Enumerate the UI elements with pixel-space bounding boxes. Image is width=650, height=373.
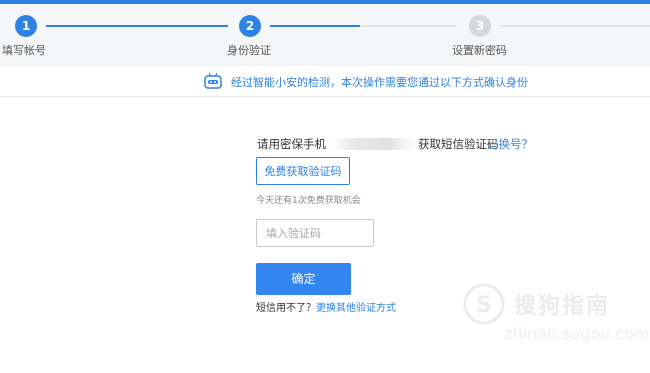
step-1-connector bbox=[46, 25, 228, 27]
phone-prefix-text: 请用密保手机 bbox=[257, 137, 326, 151]
step-3-circle: 3 bbox=[469, 15, 491, 37]
masked-phone-number bbox=[330, 138, 414, 150]
watermark-text: 搜狗指南 bbox=[514, 294, 611, 319]
remaining-attempts-text: 今天还有1次免费获取机会 bbox=[256, 196, 361, 206]
step-2-circle: 2 bbox=[239, 15, 261, 37]
step-progress: 1 2 3 填写帐号 身份验证 设置新密码 bbox=[0, 4, 650, 66]
notice-text: 经过智能小安的检测，本次操作需要您通过以下方式确认身份 bbox=[231, 76, 528, 89]
step-2-connector-done bbox=[270, 25, 360, 27]
other-verification-link[interactable]: 更换其他验证方式 bbox=[316, 303, 396, 314]
step-3-connector bbox=[500, 25, 650, 27]
sms-help-text: 短信用不了？ bbox=[256, 303, 316, 314]
step-1-label: 填写帐号 bbox=[2, 44, 46, 57]
sogou-watermark: S 搜狗指南 zhinan.sogou.com bbox=[462, 282, 650, 352]
sms-help-row: 短信用不了？更换其他验证方式 bbox=[256, 299, 396, 314]
verification-notice: 经过智能小安的检测，本次操作需要您通过以下方式确认身份 bbox=[0, 66, 650, 97]
get-sms-code-button[interactable]: 免费获取验证码 bbox=[256, 157, 350, 185]
confirm-button[interactable]: 确定 bbox=[256, 263, 351, 295]
sms-code-input[interactable] bbox=[256, 219, 374, 247]
step-2-connector-pending bbox=[360, 25, 456, 27]
watermark-url: zhinan.sogou.com bbox=[504, 324, 650, 343]
step-2-label: 身份验证 bbox=[227, 44, 271, 57]
changed-number-link[interactable]: 已换号？ bbox=[487, 136, 533, 152]
robot-icon bbox=[203, 72, 223, 90]
sogou-logo-icon: S bbox=[463, 283, 505, 325]
step-1-circle: 1 bbox=[15, 15, 37, 37]
step-3-label: 设置新密码 bbox=[452, 44, 507, 57]
phone-instruction: 请用密保手机 获取短信验证码 bbox=[257, 136, 499, 152]
logo-glyph: S bbox=[476, 293, 492, 318]
